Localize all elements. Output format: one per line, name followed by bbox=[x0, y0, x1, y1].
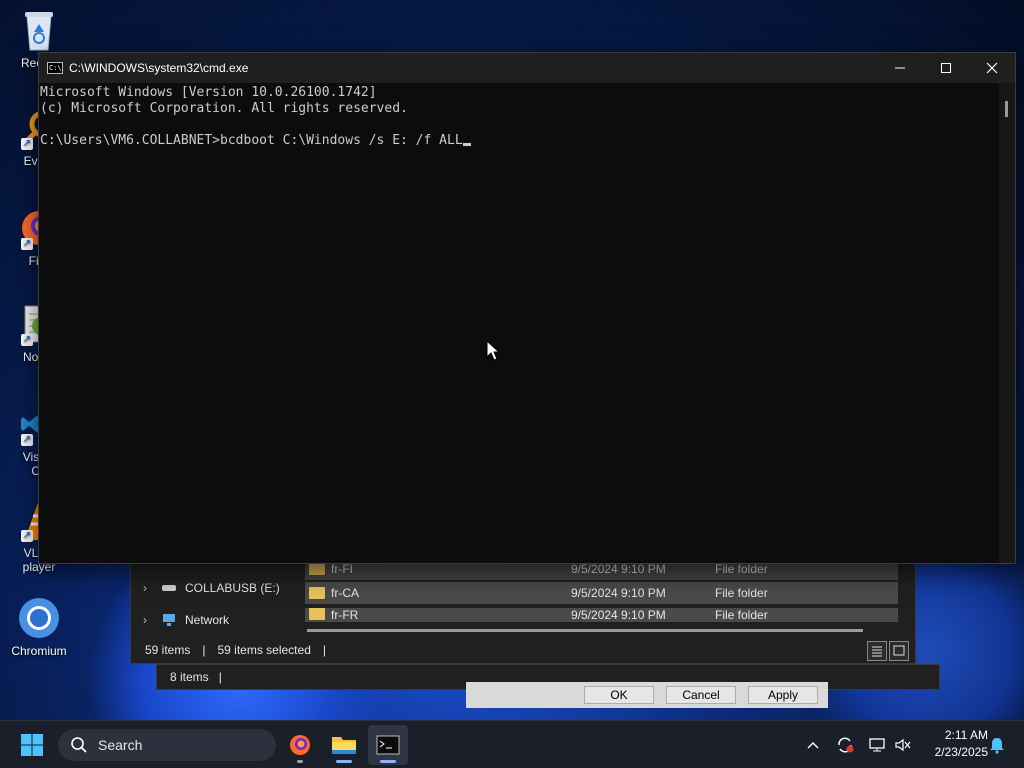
nav-item-label: COLLABUSB (E:) bbox=[185, 581, 280, 595]
selected-count: 59 items selected bbox=[217, 643, 311, 657]
sync-error-icon bbox=[838, 737, 854, 753]
shortcut-arrow-icon: ↗ bbox=[21, 530, 33, 542]
bell-icon bbox=[990, 738, 1004, 754]
scrollbar-thumb[interactable] bbox=[1005, 101, 1008, 117]
taskbar-firefox[interactable] bbox=[280, 725, 320, 765]
file-date: 9/5/2024 9:10 PM bbox=[571, 608, 666, 622]
clock-date: 2/23/2025 bbox=[934, 745, 988, 759]
show-hidden-icons-button[interactable] bbox=[802, 721, 824, 768]
folder-icon bbox=[309, 587, 325, 599]
window-title: C:\WINDOWS\system32\cmd.exe bbox=[69, 61, 249, 75]
volume-button[interactable] bbox=[892, 721, 914, 768]
file-row[interactable]: fr-CA 9/5/2024 9:10 PM File folder bbox=[305, 582, 898, 604]
system-clock[interactable]: 2:11 AM 2/23/2025 bbox=[918, 727, 988, 761]
details-view-button[interactable] bbox=[867, 641, 887, 661]
vertical-scrollbar[interactable] bbox=[999, 83, 1015, 563]
desktop-icon-chromium[interactable]: Chromium bbox=[4, 596, 74, 658]
drive-icon bbox=[162, 585, 176, 591]
details-view-icon bbox=[872, 646, 882, 657]
apply-button[interactable]: Apply bbox=[748, 686, 818, 704]
search-label: Search bbox=[98, 737, 143, 753]
file-type: File folder bbox=[715, 586, 768, 600]
terminal-icon bbox=[376, 735, 400, 755]
shortcut-arrow-icon: ↗ bbox=[21, 238, 33, 250]
ok-button[interactable]: OK bbox=[584, 686, 654, 704]
windows-logo-icon bbox=[21, 734, 43, 756]
network-icon bbox=[163, 614, 175, 626]
status-bar: 59 items | 59 items selected | bbox=[145, 643, 326, 657]
console-command: C:\Users\VM6.COLLABNET>bcdboot C:\Window… bbox=[40, 133, 463, 148]
nav-item-label: Network bbox=[185, 613, 230, 627]
recycle-bin-icon bbox=[17, 8, 61, 52]
taskbar-search[interactable]: Search bbox=[58, 729, 276, 761]
mouse-pointer-icon bbox=[486, 340, 500, 361]
file-type: File folder bbox=[715, 562, 768, 576]
chevron-right-icon[interactable]: › bbox=[143, 613, 153, 627]
properties-dialog-buttons: OK Cancel Apply bbox=[466, 682, 828, 708]
sync-status-button[interactable] bbox=[834, 721, 856, 768]
taskbar-cmd[interactable] bbox=[368, 725, 408, 765]
folder-icon bbox=[309, 608, 325, 620]
console-prompt-line[interactable]: C:\Users\VM6.COLLABNET>bcdboot C:\Window… bbox=[40, 133, 999, 149]
cmd-window[interactable]: C:\ C:\WINDOWS\system32\cmd.exe Microsof… bbox=[38, 52, 1016, 564]
taskbar-file-explorer[interactable] bbox=[324, 725, 364, 765]
file-name: fr-FR bbox=[331, 608, 359, 622]
minimize-button[interactable] bbox=[877, 53, 923, 83]
chromium-icon bbox=[17, 596, 61, 640]
running-indicator bbox=[336, 760, 352, 763]
item-count: 59 items bbox=[145, 643, 191, 657]
notifications-button[interactable] bbox=[986, 721, 1008, 768]
volume-muted-icon bbox=[895, 738, 911, 752]
firefox-icon bbox=[290, 735, 310, 755]
nav-item-collabusb[interactable]: › COLLABUSB (E:) bbox=[143, 577, 280, 599]
horizontal-scrollbar[interactable] bbox=[307, 629, 863, 632]
item-count: 8 items bbox=[170, 670, 209, 684]
maximize-icon bbox=[941, 63, 951, 73]
file-name: fr-CA bbox=[331, 586, 359, 600]
cmd-titlebar[interactable]: C:\ C:\WINDOWS\system32\cmd.exe bbox=[39, 53, 1015, 83]
file-type: File folder bbox=[715, 608, 768, 622]
taskbar: Search 2:11 AM 2/23/2025 bbox=[0, 720, 1024, 768]
console-output[interactable]: Microsoft Windows [Version 10.0.26100.17… bbox=[39, 83, 999, 563]
maximize-button[interactable] bbox=[923, 53, 969, 83]
nav-item-network[interactable]: › Network bbox=[143, 609, 229, 631]
shortcut-arrow-icon: ↗ bbox=[21, 138, 33, 150]
shortcut-arrow-icon: ↗ bbox=[21, 434, 33, 446]
status-separator: | bbox=[218, 670, 222, 684]
chevron-up-icon bbox=[807, 742, 819, 749]
cancel-button[interactable]: Cancel bbox=[666, 686, 736, 704]
network-wired-icon bbox=[869, 738, 885, 752]
search-icon bbox=[71, 737, 87, 753]
file-explorer-icon bbox=[332, 737, 356, 754]
file-name: fr-FI bbox=[331, 562, 353, 576]
file-row[interactable]: fr-FR 9/5/2024 9:10 PM File folder bbox=[305, 608, 898, 622]
text-cursor bbox=[462, 143, 471, 146]
running-indicator bbox=[297, 760, 303, 763]
close-icon bbox=[986, 62, 998, 74]
minimize-icon bbox=[895, 67, 905, 69]
console-line: (c) Microsoft Corporation. All rights re… bbox=[40, 101, 408, 116]
shortcut-arrow-icon: ↗ bbox=[21, 334, 33, 346]
running-indicator bbox=[380, 760, 396, 763]
chevron-right-icon[interactable]: › bbox=[143, 581, 153, 595]
file-date: 9/5/2024 9:10 PM bbox=[571, 562, 666, 576]
folder-icon bbox=[309, 563, 325, 575]
close-button[interactable] bbox=[969, 53, 1015, 83]
desktop-icon-label: Chromium bbox=[11, 644, 67, 658]
console-line: Microsoft Windows [Version 10.0.26100.17… bbox=[40, 85, 377, 100]
start-button[interactable] bbox=[12, 725, 52, 765]
network-status-button[interactable] bbox=[866, 721, 888, 768]
tiles-view-button[interactable] bbox=[889, 641, 909, 661]
status-separator: | bbox=[202, 643, 206, 657]
cmd-app-icon: C:\ bbox=[47, 62, 63, 74]
clock-time: 2:11 AM bbox=[944, 728, 988, 742]
status-separator: | bbox=[322, 643, 326, 657]
file-date: 9/5/2024 9:10 PM bbox=[571, 586, 666, 600]
tiles-view-icon bbox=[893, 645, 905, 656]
